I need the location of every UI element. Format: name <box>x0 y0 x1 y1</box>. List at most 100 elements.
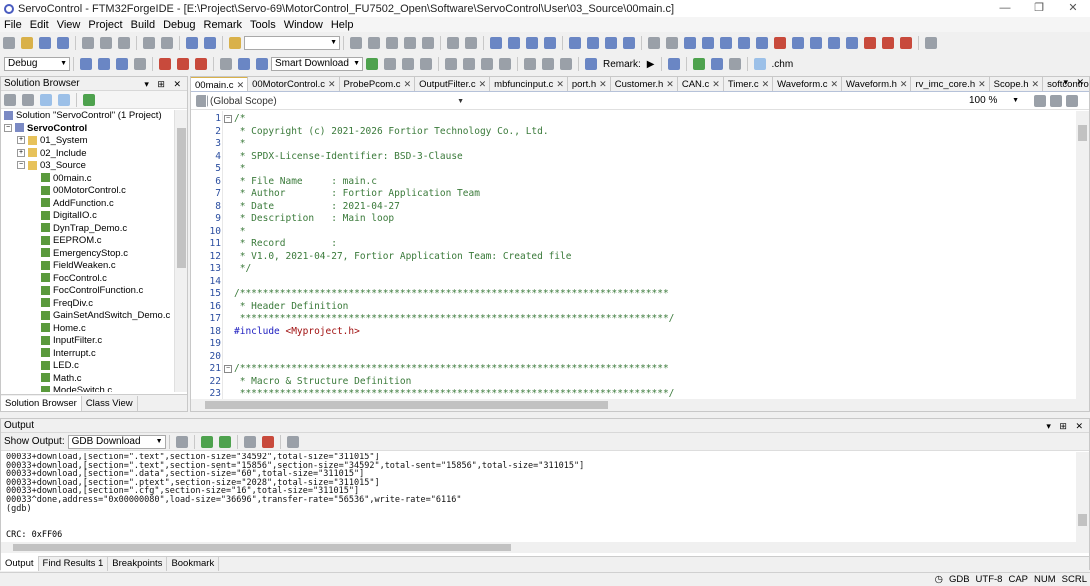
help-book-icon[interactable] <box>753 58 766 70</box>
editor-tab[interactable]: Customer.h ✕ <box>610 77 678 91</box>
uncomment-icon[interactable] <box>508 37 520 49</box>
close-tab-icon[interactable]: ✕ <box>978 79 986 89</box>
prev-message-icon[interactable] <box>200 435 213 448</box>
collapse-icon[interactable]: − <box>4 123 12 132</box>
settings-gear-icon[interactable] <box>667 58 680 70</box>
bookmark-prev-icon[interactable] <box>368 37 380 49</box>
scrollbar-thumb[interactable] <box>1078 514 1087 526</box>
close-button[interactable]: ✕ <box>1056 0 1090 17</box>
menu-window[interactable]: Window <box>280 19 327 31</box>
navigate-forward-icon[interactable] <box>204 37 216 49</box>
delete-line-icon[interactable] <box>774 37 786 49</box>
menu-build[interactable]: Build <box>127 19 159 31</box>
move-down-icon[interactable] <box>58 93 70 106</box>
step-over-icon[interactable] <box>463 58 475 70</box>
navigate-back-icon[interactable] <box>186 37 198 49</box>
bookmark-list-icon[interactable] <box>422 37 434 49</box>
tree-file-item[interactable]: FocControl.c <box>1 273 175 286</box>
toolbar-options-icon[interactable] <box>925 37 937 49</box>
device-icon[interactable] <box>728 58 741 70</box>
text-case-icon[interactable] <box>738 37 750 49</box>
window-layout-icon[interactable] <box>587 37 599 49</box>
tree-file-item[interactable]: AddFunction.c <box>1 198 175 211</box>
code-area[interactable]: 1−/* 2 * Copyright (c) 2021-2026 Fortior … <box>191 111 1076 399</box>
fold-toggle-icon[interactable]: − <box>224 365 232 373</box>
expand-icon[interactable]: + <box>17 148 25 157</box>
format-icon[interactable] <box>526 37 538 49</box>
add-item-icon[interactable] <box>83 93 95 106</box>
tree-file-item[interactable]: Interrupt.c <box>1 348 175 361</box>
strikethrough-icon[interactable] <box>756 37 768 49</box>
clean-icon[interactable] <box>134 58 146 70</box>
run-to-cursor-icon[interactable] <box>499 58 511 70</box>
clear-output-icon[interactable] <box>261 435 274 448</box>
save-icon[interactable] <box>39 37 51 49</box>
new-file-icon[interactable] <box>3 37 15 49</box>
bookmark-toggle-icon[interactable] <box>350 37 362 49</box>
editor-tab[interactable]: rv_imc_core.h ✕ <box>911 77 990 91</box>
solution-tree-scrollbar[interactable] <box>174 110 187 392</box>
menu-debug[interactable]: Debug <box>159 19 199 31</box>
menu-edit[interactable]: Edit <box>26 19 53 31</box>
remark-pen-icon[interactable] <box>585 58 597 70</box>
column-select-icon[interactable] <box>846 37 858 49</box>
close-tab-icon[interactable]: ✕ <box>666 79 674 89</box>
editor-tab[interactable]: Waveform.c ✕ <box>773 77 843 91</box>
output-horizontal-scrollbar[interactable] <box>1 542 1089 553</box>
tree-file-item[interactable]: EEPROM.c <box>1 235 175 248</box>
undo-icon[interactable] <box>143 37 155 49</box>
tab-output[interactable]: Output <box>1 556 39 571</box>
redo-icon[interactable] <box>161 37 173 49</box>
close-tab-icon[interactable]: ✕ <box>1032 79 1040 89</box>
tree-file-item[interactable]: DigitalIO.c <box>1 210 175 223</box>
save-all-icon[interactable] <box>57 37 69 49</box>
chm-label[interactable]: .chm <box>772 59 794 70</box>
scrollbar-thumb[interactable] <box>205 401 608 409</box>
remove-all-icon[interactable] <box>900 37 912 49</box>
editor-tab[interactable]: CAN.c ✕ <box>677 77 724 91</box>
tree-file-item[interactable]: Home.c <box>1 323 175 336</box>
close-tab-icon[interactable]: ✕ <box>556 79 564 89</box>
copy-icon[interactable] <box>100 37 112 49</box>
menu-project[interactable]: Project <box>84 19 126 31</box>
wrap-icon[interactable] <box>810 37 822 49</box>
open-folder-icon[interactable] <box>21 37 33 49</box>
close-tab-icon[interactable]: ✕ <box>328 79 336 89</box>
tab-class-view[interactable]: Class View <box>82 395 138 411</box>
split-view-icon[interactable] <box>1034 95 1046 107</box>
editor-tab[interactable]: port.h ✕ <box>567 77 611 91</box>
editor-tab[interactable]: mbfuncinput.c ✕ <box>490 77 568 91</box>
cut-icon[interactable] <box>82 37 94 49</box>
tree-file-item[interactable]: LED.c <box>1 360 175 373</box>
font-increase-icon[interactable] <box>684 37 696 49</box>
editor-tab[interactable]: 00MotorControl.c ✕ <box>248 77 340 91</box>
expand-icon[interactable]: + <box>17 136 25 145</box>
flash-tool-icon[interactable] <box>256 58 268 70</box>
tree-file-item[interactable]: InputFilter.c <box>1 335 175 348</box>
close-tab-icon[interactable]: ✕ <box>237 80 245 90</box>
tab-breakpoints[interactable]: Breakpoints <box>108 556 168 571</box>
scrollbar-thumb[interactable] <box>1078 125 1087 141</box>
comment-icon[interactable] <box>490 37 502 49</box>
goto-location-icon[interactable] <box>175 435 188 448</box>
find-combo[interactable]: ▼ <box>244 36 340 50</box>
next-message-icon[interactable] <box>218 435 231 448</box>
editor-tab[interactable]: Waveform.h ✕ <box>842 77 912 91</box>
tree-file-item[interactable]: EmergencyStop.c <box>1 248 175 261</box>
sort-icon[interactable] <box>828 37 840 49</box>
build-config-combo[interactable]: Debug ▼ <box>4 57 70 71</box>
watch-icon[interactable] <box>524 58 536 70</box>
tree-file-item[interactable]: FocControlFunction.c <box>1 285 175 298</box>
minimize-button[interactable]: — <box>988 0 1022 17</box>
output-text[interactable]: 00033+download,[section=".text",section-… <box>6 453 1076 543</box>
outdent-icon[interactable] <box>465 37 477 49</box>
close-tab-icon[interactable]: ✕ <box>762 79 770 89</box>
tree-file-item[interactable]: GainSetAndSwitch_Demo.c <box>1 310 175 323</box>
tab-bookmark[interactable]: Bookmark <box>167 556 220 571</box>
paste-icon[interactable] <box>118 37 130 49</box>
edit-options-icon[interactable] <box>238 58 250 70</box>
editor-tab[interactable]: ProbePcom.c ✕ <box>339 77 416 91</box>
close-tab-icon[interactable]: ✕ <box>404 79 412 89</box>
close-tab-icon[interactable]: ✕ <box>831 79 839 89</box>
vertical-split-icon[interactable] <box>1050 95 1062 107</box>
